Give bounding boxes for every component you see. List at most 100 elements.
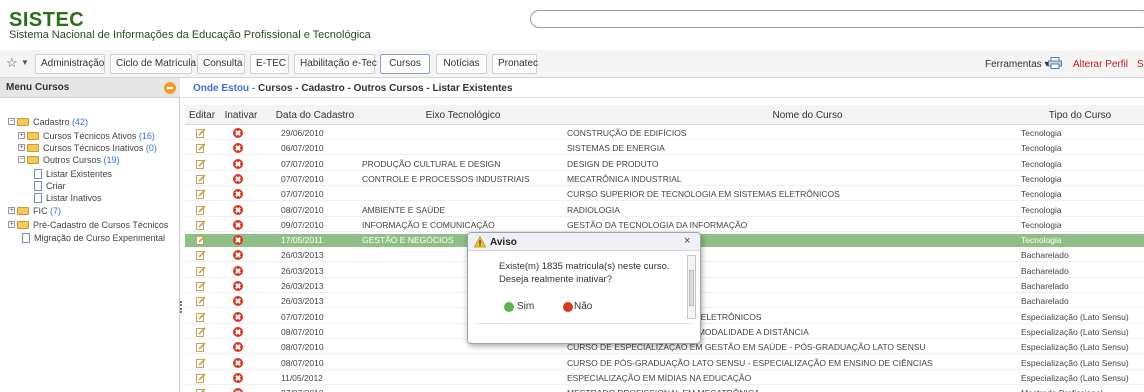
deactivate-icon[interactable] xyxy=(233,296,243,307)
expand-icon[interactable]: + xyxy=(18,144,25,151)
tree-item-label[interactable]: Cursos Técnicos Ativos (16) xyxy=(43,131,155,141)
edit-icon[interactable] xyxy=(196,220,206,230)
deactivate-icon[interactable] xyxy=(233,388,243,392)
chevron-down-icon[interactable]: ▼ xyxy=(21,58,29,67)
table-row[interactable]: 08/07/2010 CURSO DE PÓS-GRADUAÇÃO LATO SE… xyxy=(185,357,1144,370)
table-row[interactable]: 07/07/2010 CONTROLE E PROCESSOS INDUSTRIA… xyxy=(185,173,1144,186)
column-header[interactable]: Tipo do Curso xyxy=(1021,110,1139,121)
column-header[interactable]: Inativar xyxy=(221,110,261,121)
deactivate-icon[interactable] xyxy=(233,235,243,246)
nav-tab-1[interactable]: Ciclo de Matrícula xyxy=(110,54,196,74)
search-input[interactable] xyxy=(530,10,1144,28)
edit-icon[interactable] xyxy=(196,128,206,138)
tree-item-label[interactable]: Cadastro (42) xyxy=(33,117,88,127)
deactivate-icon[interactable] xyxy=(233,173,243,184)
logout-link[interactable]: Sa xyxy=(1137,59,1144,70)
edit-icon[interactable] xyxy=(196,342,206,353)
table-row[interactable]: 07/07/2010 MESTRADO PROFISSIONAL EM MECAT… xyxy=(185,387,1144,392)
edit-icon[interactable] xyxy=(196,357,206,368)
edit-icon[interactable] xyxy=(196,189,206,200)
table-row[interactable]: 11/05/2012 ESPECIALIZAÇÃO EM MÍDIAS NA ED… xyxy=(185,372,1144,385)
expand-icon[interactable]: + xyxy=(8,207,15,214)
tree-item[interactable]: Listar Existentes xyxy=(0,169,178,182)
tree-item-label[interactable]: Listar Existentes xyxy=(46,169,112,179)
deactivate-icon[interactable] xyxy=(233,250,243,261)
table-row[interactable]: 08/07/2010 AMBIENTE E SAÚDE RADIOLOGIA Tecn… xyxy=(185,204,1144,217)
tree-item-label[interactable]: Outros Cursos (19) xyxy=(43,155,120,165)
deactivate-icon[interactable] xyxy=(233,357,243,368)
tree-item-label[interactable]: Criar xyxy=(46,181,66,191)
deactivate-icon[interactable] xyxy=(233,189,243,200)
nav-tab-3[interactable]: E-TEC xyxy=(250,54,289,74)
edit-icon[interactable] xyxy=(196,312,206,322)
nav-tab-5[interactable]: Cursos xyxy=(380,54,430,74)
deactivate-icon[interactable] xyxy=(233,265,243,276)
deactivate-icon[interactable] xyxy=(233,311,243,322)
collapse-icon[interactable] xyxy=(164,82,176,94)
dialog-scrollbar[interactable] xyxy=(687,255,696,319)
column-header[interactable]: Editar xyxy=(186,110,218,121)
table-row[interactable]: 07/07/2010 PRODUÇÃO CULTURAL E DESIGN DESI… xyxy=(185,158,1144,171)
edit-icon[interactable] xyxy=(196,388,206,392)
nav-tab-0[interactable]: Administração xyxy=(35,54,105,74)
collapse-tree-icon[interactable]: − xyxy=(8,118,15,125)
tree-item[interactable]: Migração de Curso Experimental xyxy=(0,233,178,246)
tree-item-label[interactable]: Migração de Curso Experimental xyxy=(34,233,165,243)
edit-icon[interactable] xyxy=(196,204,206,215)
close-icon[interactable]: × xyxy=(684,235,690,247)
edit-icon[interactable] xyxy=(196,296,206,307)
tree-item-label[interactable]: Pré-Cadastro de Cursos Técnicos xyxy=(33,220,168,230)
tree-item[interactable]: − Outros Cursos (19) xyxy=(0,155,178,168)
column-header[interactable]: Nome do Curso xyxy=(565,110,1050,121)
edit-icon[interactable] xyxy=(196,235,206,246)
tools-menu[interactable]: Ferramentas ▾ xyxy=(985,59,1050,70)
tree-item-label[interactable]: FIC (7) xyxy=(33,206,61,216)
dialog-titlebar[interactable]: Aviso × xyxy=(468,233,700,251)
expand-icon[interactable]: + xyxy=(18,132,25,139)
nav-tab-4[interactable]: Habilitação e-Tec xyxy=(294,54,377,74)
nav-tab-7[interactable]: Pronatec xyxy=(492,54,538,74)
table-row[interactable]: 07/07/2010 CURSO SUPERIOR DE TECNOLOGIA E… xyxy=(185,188,1144,202)
edit-icon[interactable] xyxy=(196,281,206,291)
deactivate-icon[interactable] xyxy=(233,158,243,169)
tree-item-label[interactable]: Listar Inativos xyxy=(46,193,102,203)
deactivate-icon[interactable] xyxy=(233,326,243,337)
edit-icon[interactable] xyxy=(196,143,206,154)
tree-item[interactable]: + FIC (7) xyxy=(0,206,178,219)
edit-icon[interactable] xyxy=(196,250,206,261)
deactivate-icon[interactable] xyxy=(233,143,243,154)
column-header[interactable]: Eixo Tecnológico xyxy=(363,110,563,121)
cell-tipo: Bacharelado xyxy=(1021,250,1069,261)
cell-date: 07/07/2010 xyxy=(281,173,324,184)
change-profile-link[interactable]: Alterar Perfil xyxy=(1073,59,1128,70)
column-header[interactable]: Data do Cadastro xyxy=(269,110,361,121)
scrollbar-thumb[interactable] xyxy=(689,270,694,306)
tree-item[interactable]: − Cadastro (42) xyxy=(0,117,178,130)
edit-icon[interactable] xyxy=(196,373,206,383)
tree-item-label[interactable]: Cursos Técnicos Inativos (0) xyxy=(43,143,157,153)
cell-tipo: Tecnologia xyxy=(1021,219,1062,230)
edit-icon[interactable] xyxy=(196,327,206,337)
nav-tab-2[interactable]: Consulta xyxy=(197,54,245,74)
deactivate-icon[interactable] xyxy=(233,219,243,230)
nav-tab-6[interactable]: Notícias xyxy=(436,54,487,74)
deactivate-icon[interactable] xyxy=(233,372,243,383)
table-row[interactable]: 29/06/2010 CONSTRUÇÃO DE EDIFÍCIOS Tecnolo… xyxy=(185,127,1144,140)
cell-date: 06/07/2010 xyxy=(281,143,324,154)
deactivate-icon[interactable] xyxy=(233,342,243,353)
splitter-handle[interactable] xyxy=(180,301,183,313)
edit-icon[interactable] xyxy=(196,159,206,169)
collapse-tree-icon[interactable]: − xyxy=(18,156,25,163)
table-row[interactable]: 06/07/2010 SISTEMAS DE ENERGIA Tecnologia xyxy=(185,142,1144,156)
edit-icon[interactable] xyxy=(196,174,206,184)
print-icon[interactable] xyxy=(1048,57,1062,69)
expand-icon[interactable]: + xyxy=(8,221,15,228)
deactivate-icon[interactable] xyxy=(233,281,243,291)
edit-icon[interactable] xyxy=(196,266,206,276)
favorites-star-icon[interactable]: ☆ xyxy=(6,55,18,71)
deactivate-icon[interactable] xyxy=(233,204,243,215)
table-row[interactable]: 09/07/2010 INFORMAÇÃO E COMUNICAÇÃO GESTÃO… xyxy=(185,219,1144,232)
tree-item[interactable]: + Pré-Cadastro de Cursos Técnicos xyxy=(0,220,178,233)
tree-item[interactable]: Listar Inativos xyxy=(0,193,178,206)
deactivate-icon[interactable] xyxy=(233,128,243,138)
